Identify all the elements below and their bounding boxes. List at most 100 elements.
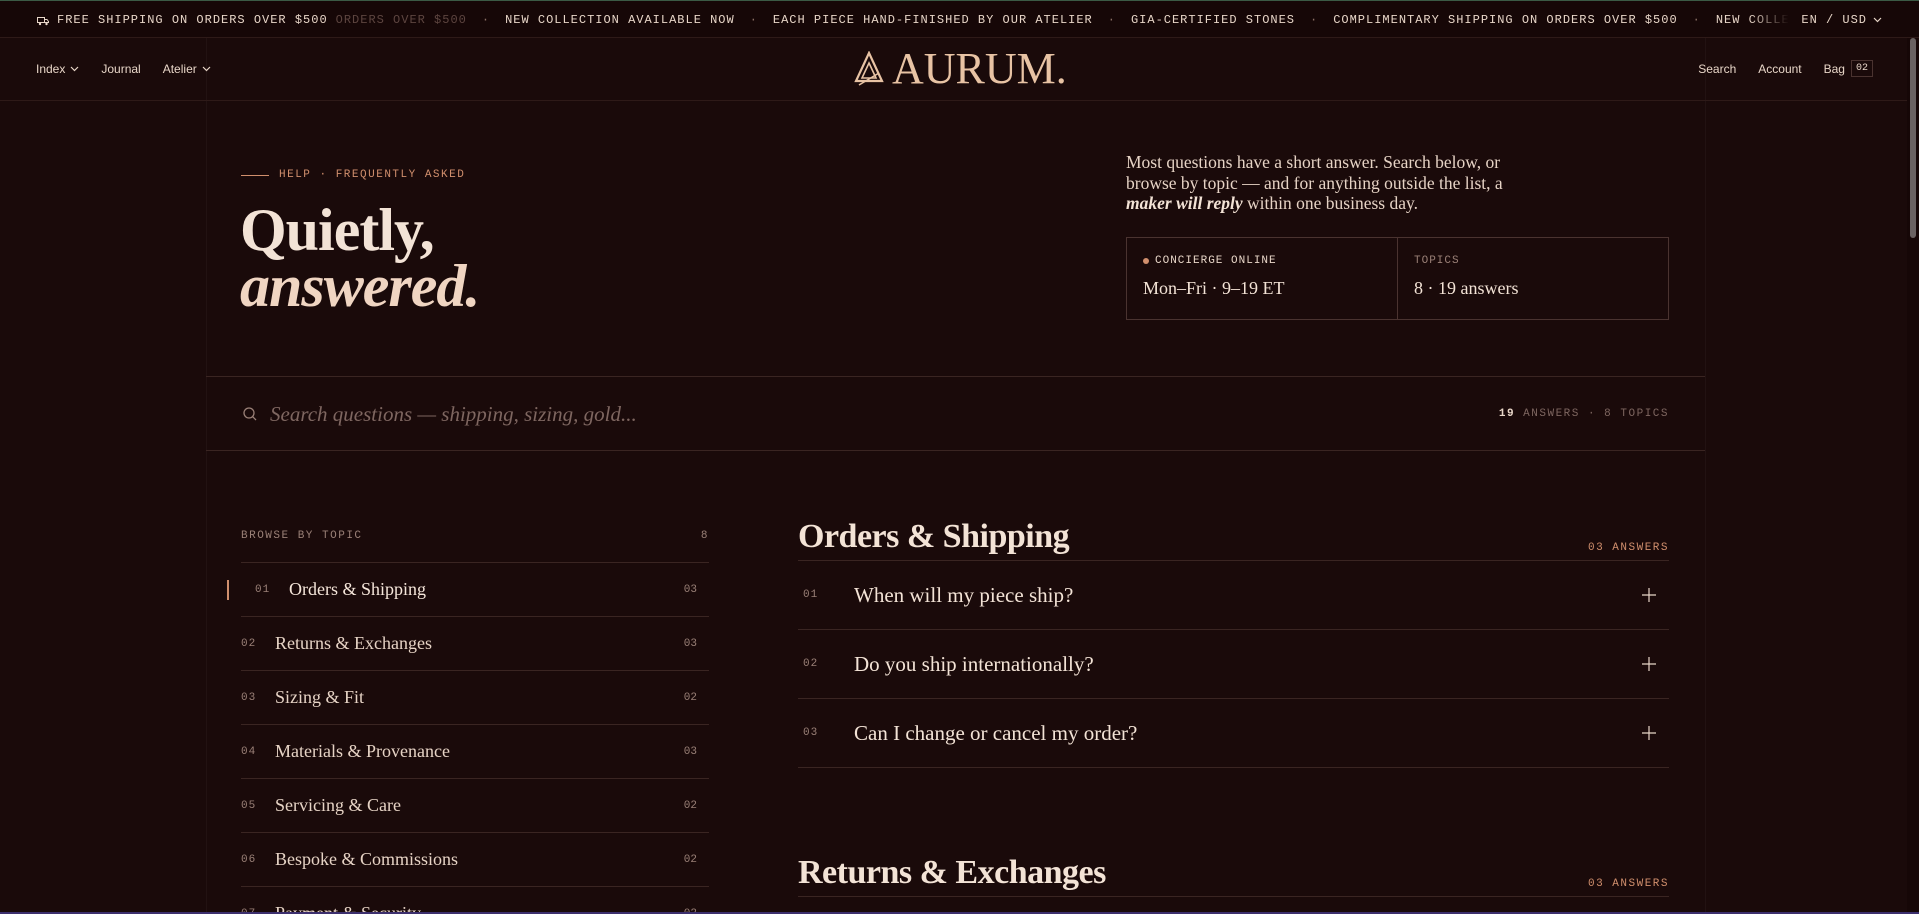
announcement-bar: FREE SHIPPING ON ORDERS OVER $500 ORDERS… [0,0,1919,38]
chevron-down-icon [70,66,79,72]
site-logo[interactable]: AURUM. [854,47,1067,91]
announcement-separator: · [481,13,491,27]
search-link[interactable]: Search [1698,62,1736,76]
topic-list: 01 Orders & Shipping 03 02 Returns & Exc… [227,562,709,914]
page-scrollbar[interactable] [1907,38,1919,914]
concierge-hours: Mon–Fri · 9–19 ET [1143,278,1285,298]
answer-count: 19 [1498,408,1516,420]
nav-item-label: Atelier [162,62,197,76]
bag-button[interactable]: Bag 02 [1824,60,1873,77]
concierge-status: CONCIERGE ONLINE Mon–Fri · 9–19 ET [1127,238,1397,319]
announcement-item: EACH PIECE HAND-FINISHED BY OUR ATELIER [772,13,1093,27]
hero-intro: Most questions have a short answer. Sear… [1126,152,1546,214]
bag-count-badge: 02 [1850,60,1873,77]
topics-summary: TOPICS 8 · 19 answers [1397,238,1668,319]
plus-icon[interactable] [1641,725,1657,741]
topic-item-orders-shipping[interactable]: 01 Orders & Shipping 03 [227,562,709,616]
page-title: Quietly, answered. [240,200,480,316]
nav-item-index[interactable]: Index [36,62,79,76]
concierge-label: CONCIERGE ONLINE [1155,255,1277,267]
announcement-item: COMPLIMENTARY SHIPPING ON ORDERS OVER $5… [1333,13,1678,27]
kicker-text: HELP · FREQUENTLY ASKED [279,169,466,181]
truck-icon [37,17,49,26]
faq-question-number: 02 [803,658,819,670]
announcement-item: FREE SHIPPING ON ORDERS OVER $500 [57,13,328,27]
topic-item-materials-provenance[interactable]: 04 Materials & Provenance 03 [241,724,709,778]
nav-item-atelier[interactable]: Atelier [163,62,211,76]
search-result-count: 19 ANSWERS · 8 TOPICS [1499,408,1669,420]
announcement-item: GIA-CERTIFIED STONES [1130,13,1295,27]
faq-question[interactable]: 03 Can I change or cancel my order? [798,699,1669,768]
topics-label: TOPICS [1414,255,1460,267]
utility-nav: Search Account Bag 02 [1698,60,1873,77]
info-box: CONCIERGE ONLINE Mon–Fri · 9–19 ET TOPIC… [1126,237,1669,320]
active-indicator [227,580,229,600]
faq-question-text: Do you ship internationally? [854,651,1094,676]
announcement-item: ORDERS OVER $500 [335,13,467,27]
topic-number: 03 [241,691,257,704]
topic-item-servicing-care[interactable]: 05 Servicing & Care 02 [241,778,709,832]
faq-section-header: Orders & Shipping 03 ANSWERS [798,520,1669,561]
faq-section-title: Orders & Shipping [798,518,1070,555]
online-dot-icon [1143,258,1149,264]
topic-label: Materials & Provenance [275,741,450,761]
grid-line [206,0,207,914]
topic-label: Servicing & Care [275,795,401,815]
locale-selector[interactable]: EN / USD [1749,7,1882,33]
topic-number: 02 [241,637,257,650]
faq-section-title: Returns & Exchanges [798,854,1106,891]
faq-question-number: 01 [803,589,819,601]
topic-number: 06 [241,853,257,866]
topics-value: 8 · 19 answers [1414,278,1519,298]
topics-total: 8 [700,530,709,542]
grid-line [1705,0,1706,914]
topic-label: Returns & Exchanges [275,633,432,653]
faq-section-count: 03 ANSWERS [1587,878,1669,890]
faq-question-text: Can I change or cancel my order? [854,720,1138,745]
account-link[interactable]: Account [1758,62,1801,76]
topic-label: Sizing & Fit [275,687,365,707]
bag-label: Bag [1823,61,1845,76]
topic-label: Orders & Shipping [289,579,426,599]
topic-item-returns-exchanges[interactable]: 02 Returns & Exchanges 03 [241,616,709,670]
nav-item-label: Index [36,62,66,76]
faq-search: 19 ANSWERS · 8 TOPICS [206,376,1705,451]
topic-count: 03 [683,637,697,650]
intro-text: Most questions have a short answer. Sear… [1126,152,1503,193]
logo-mark-icon [854,51,884,86]
faq-section-orders-shipping: Orders & Shipping 03 ANSWERS 01 When wil… [798,520,1669,768]
nav-item-label: Journal [101,62,141,76]
plus-icon[interactable] [1641,587,1657,603]
announcement-separator: · [749,13,758,27]
topics-heading: BROWSE BY TOPIC [241,530,363,542]
faq-question[interactable]: 02 Do you ship internationally? [798,630,1669,699]
site-header: Index Journal Atelier AURUM. Search Acco… [0,38,1919,101]
topic-count: 02 [683,691,697,704]
logo-text: AURUM. [892,44,1067,93]
faq-section-returns-exchanges: Returns & Exchanges 03 ANSWERS [798,856,1669,897]
topic-number: 01 [255,583,271,596]
concierge-label-row: CONCIERGE ONLINE [1143,255,1381,267]
plus-icon[interactable] [1641,656,1657,672]
faq-question[interactable]: 01 When will my piece ship? [798,561,1669,630]
topic-item-bespoke-commissions[interactable]: 06 Bespoke & Commissions 02 [241,832,709,886]
faq-question-text: When will my piece ship? [854,582,1074,607]
topic-item-payment-security[interactable]: 07 Payment & Security 02 [241,886,709,914]
faq-section-count: 03 ANSWERS [1587,542,1669,554]
search-input[interactable] [270,397,970,431]
topic-count: 03 [683,583,697,596]
scrollbar-thumb[interactable] [1910,38,1916,238]
locale-label: EN / USD [1801,13,1867,27]
announcement-separator: · [1692,13,1701,27]
answer-count-label: ANSWERS · 8 TOPICS [1523,408,1669,420]
nav-item-journal[interactable]: Journal [101,62,140,76]
topic-count: 02 [683,799,697,812]
topic-count: 02 [683,853,697,866]
search-icon [243,407,257,421]
topic-number: 04 [241,745,257,758]
topic-number: 05 [241,799,257,812]
kicker-rule [241,174,269,176]
topic-item-sizing-fit[interactable]: 03 Sizing & Fit 02 [241,670,709,724]
announcement-separator: · [1310,13,1319,27]
chevron-down-icon [1873,17,1882,23]
